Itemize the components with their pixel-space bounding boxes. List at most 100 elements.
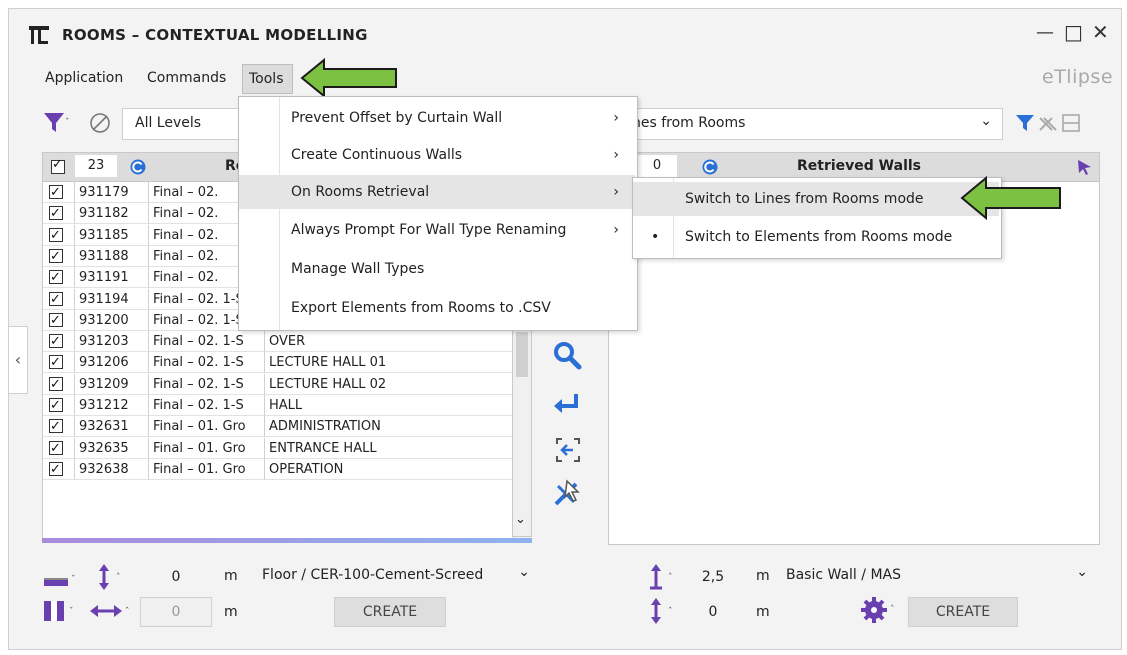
row-checkbox[interactable] xyxy=(49,182,63,202)
settings-icon[interactable]: ˆ xyxy=(860,596,900,624)
brand-logo: eTlipse xyxy=(1042,66,1114,88)
chevron-right-icon: › xyxy=(613,110,619,126)
table-row[interactable]: 931203Final – 02. 1-SOVER xyxy=(43,331,513,353)
green-arrow-icon xyxy=(960,175,1064,221)
mode-select-value: nes from Rooms xyxy=(632,115,746,131)
table-row[interactable]: 931212Final – 02. 1-SHALL xyxy=(43,395,513,416)
row-checkbox[interactable] xyxy=(49,395,63,415)
floor-width-input[interactable]: 0 xyxy=(140,597,212,627)
menu-item-manage-wall-types[interactable]: Manage Wall Types xyxy=(239,252,635,286)
wall-offset-input[interactable]: 0 xyxy=(682,597,744,627)
row-checkbox-cell xyxy=(43,267,75,289)
filter-icon[interactable] xyxy=(1014,112,1036,134)
row-checkbox-cell xyxy=(43,245,75,267)
row-checkbox-cell xyxy=(43,203,75,225)
svg-text:ˆ: ˆ xyxy=(125,606,130,617)
level-filter-value: All Levels xyxy=(135,115,202,131)
row-checkbox[interactable] xyxy=(49,374,63,394)
refresh-icon[interactable] xyxy=(701,158,719,176)
menu-tools[interactable]: Tools xyxy=(242,64,293,94)
chevron-down-icon: ⌄ xyxy=(518,564,530,580)
split-icon[interactable]: ˇ xyxy=(42,598,82,624)
select-cursor-icon[interactable] xyxy=(1075,158,1093,176)
remove-filter-icon[interactable] xyxy=(1036,112,1058,134)
floor-type-select[interactable]: Floor / CER-100-Cement-Screed ⌄ xyxy=(256,562,532,590)
floor-icon[interactable]: ˇ xyxy=(42,568,82,590)
on-rooms-retrieval-submenu: Switch to Lines from Rooms mode • Switch t… xyxy=(632,177,1002,259)
select-all-checkbox[interactable] xyxy=(51,157,65,174)
create-wall-button[interactable]: CREATE xyxy=(908,597,1018,627)
row-checkbox[interactable] xyxy=(49,289,63,309)
table-row[interactable]: 932635Final – 01. GroENTRANCE HALL xyxy=(43,437,513,459)
horizontal-offset-icon[interactable]: ˆ xyxy=(90,598,136,624)
menu-item-prevent-offset-by-curtain-wall[interactable]: Prevent Offset by Curtain Wall › xyxy=(239,101,635,135)
menu-item-label: Always Prompt For Wall Type Renaming xyxy=(291,222,567,238)
chevron-down-icon[interactable]: ⌄ xyxy=(515,512,526,527)
row-checkbox-cell xyxy=(43,224,75,246)
room-name-cell: ADMINISTRATION xyxy=(265,416,513,438)
table-row[interactable]: 931206Final – 02. 1-SLECTURE HALL 01 xyxy=(43,352,513,374)
maximize-button[interactable]: □ xyxy=(1064,20,1083,44)
chevron-down-icon: ⌄ xyxy=(980,113,992,129)
svg-text:ˆ: ˆ xyxy=(116,572,121,583)
table-row[interactable]: 932631Final – 01. GroADMINISTRATION xyxy=(43,416,513,438)
menu-item-always-prompt-for-wall-type-renaming[interactable]: Always Prompt For Wall Type Renaming › xyxy=(239,213,635,247)
filter-icon[interactable]: ˇ xyxy=(42,110,72,136)
wall-offset-unit: m xyxy=(756,604,770,620)
menu-item-create-continuous-walls[interactable]: Create Continuous Walls › xyxy=(239,138,635,172)
row-checkbox[interactable] xyxy=(49,267,63,287)
chevron-right-icon: › xyxy=(613,147,619,163)
svg-text:ˆ: ˆ xyxy=(890,604,895,615)
app-logo-icon xyxy=(28,24,50,46)
pick-icon[interactable] xyxy=(552,478,582,508)
switch-to-elements-mode-item[interactable]: • Switch to Elements from Rooms mode xyxy=(633,220,999,254)
menu-application[interactable]: Application xyxy=(45,70,123,86)
return-icon[interactable] xyxy=(552,390,582,420)
collapse-icon[interactable]: ‹ xyxy=(8,326,28,394)
room-id-cell: 931206 xyxy=(75,352,149,374)
scrollbar-thumb[interactable] xyxy=(516,332,528,377)
row-checkbox[interactable] xyxy=(49,438,63,458)
room-id-cell: 931188 xyxy=(75,245,149,267)
wall-type-select[interactable]: Basic Wall / MAS ⌄ xyxy=(780,562,1098,590)
table-row[interactable]: 931209Final – 02. 1-SLECTURE HALL 02 xyxy=(43,373,513,395)
retrieve-icon[interactable] xyxy=(554,436,582,464)
row-checkbox[interactable] xyxy=(49,331,63,351)
close-button[interactable]: ✕ xyxy=(1092,20,1109,44)
room-id-cell: 931179 xyxy=(75,182,149,203)
floor-offset-input[interactable]: 0 xyxy=(140,562,212,592)
expand-icon[interactable] xyxy=(1060,112,1082,134)
svg-text:ˇ: ˇ xyxy=(69,606,74,617)
search-icon[interactable] xyxy=(552,340,582,370)
row-checkbox[interactable] xyxy=(49,225,63,245)
room-id-cell: 932635 xyxy=(75,437,149,459)
vertical-offset-icon[interactable]: ˆ xyxy=(94,564,134,590)
menu-item-export-elements-from-rooms-to-csv[interactable]: Export Elements from Rooms to .CSV xyxy=(239,291,635,325)
menu-item-label: On Rooms Retrieval xyxy=(291,184,430,200)
mode-select[interactable]: nes from Rooms ⌄ xyxy=(622,108,1003,140)
menu-item-on-rooms-retrieval[interactable]: On Rooms Retrieval › xyxy=(239,175,635,209)
wall-height-input[interactable]: 2,5 xyxy=(682,562,744,592)
row-checkbox[interactable] xyxy=(49,310,63,330)
table-row[interactable]: 932638Final – 01. GroOPERATION xyxy=(43,458,513,480)
menu-item-label: Prevent Offset by Curtain Wall xyxy=(291,110,503,126)
room-name-cell: OVER xyxy=(265,331,513,353)
menu-item-label: Manage Wall Types xyxy=(291,261,425,277)
row-checkbox[interactable] xyxy=(49,416,63,436)
room-id-cell: 931191 xyxy=(75,267,149,289)
row-checkbox[interactable] xyxy=(49,459,63,479)
row-checkbox[interactable] xyxy=(49,246,63,266)
menu-commands[interactable]: Commands xyxy=(147,70,226,86)
room-id-cell: 931212 xyxy=(75,395,149,416)
vertical-offset-icon[interactable]: ˆ xyxy=(646,598,682,624)
row-checkbox[interactable] xyxy=(49,203,63,223)
svg-text:ˇ: ˇ xyxy=(71,574,76,585)
row-checkbox[interactable] xyxy=(49,352,63,372)
switch-to-lines-mode-item[interactable]: Switch to Lines from Rooms mode xyxy=(633,182,999,216)
svg-text:ˆ: ˆ xyxy=(668,606,673,617)
refresh-icon[interactable] xyxy=(129,158,147,176)
wall-height-icon[interactable]: ˆ xyxy=(646,564,682,590)
minimize-button[interactable]: — xyxy=(1036,22,1054,43)
create-floor-button[interactable]: CREATE xyxy=(334,597,446,627)
clear-filter-icon[interactable] xyxy=(88,110,114,136)
